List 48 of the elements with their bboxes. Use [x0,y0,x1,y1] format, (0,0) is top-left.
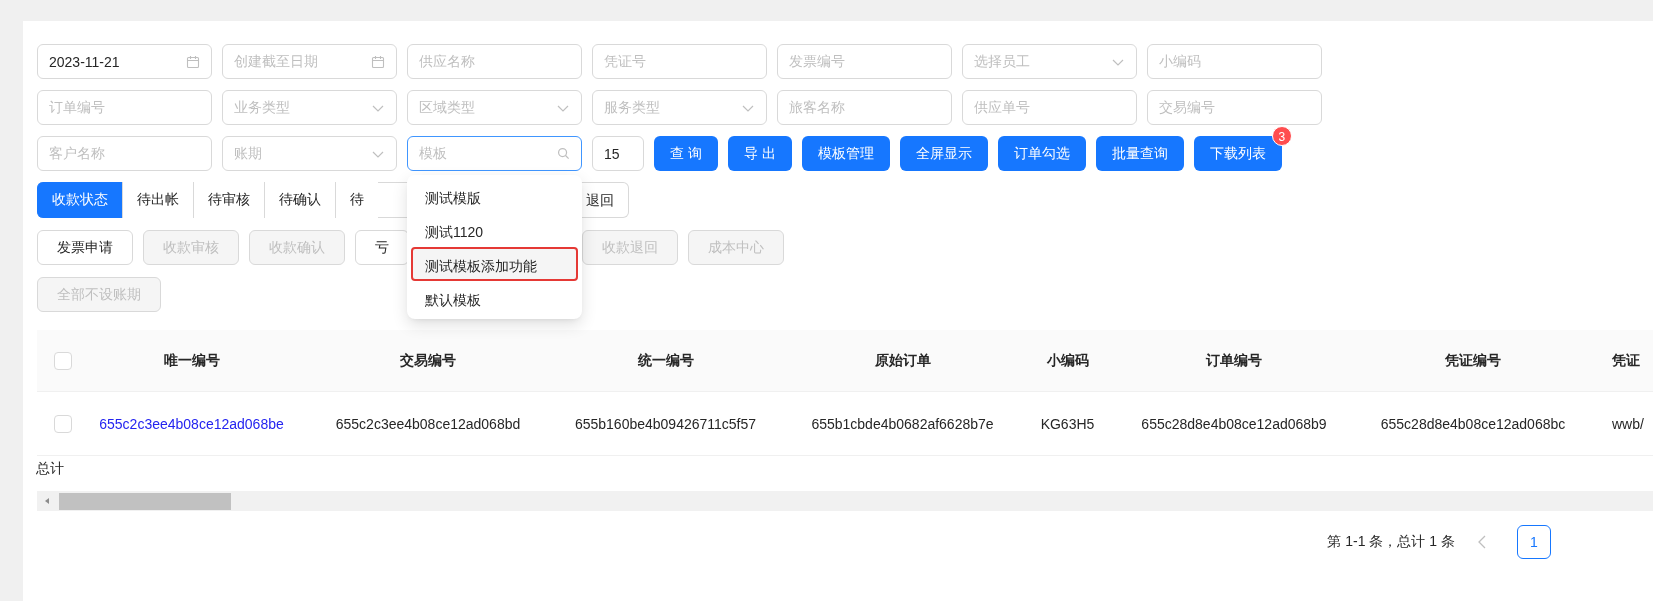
column-header: 统一编号 [637,351,694,368]
search-icon [557,147,570,160]
horizontal-scrollbar[interactable] [37,491,1653,511]
calendar-icon [186,54,200,69]
table-cell: 655c28d8e4b08ce12ad068bc [1380,415,1566,432]
action-button[interactable]: 查 询 [654,136,718,171]
table-cell: 655b1cbde4b0682af6628b7e [811,415,994,432]
column-header: 订单编号 [1206,351,1262,368]
action-button[interactable]: 发票申请 [37,230,133,265]
count-badge: 3 [1271,126,1292,146]
menu-item[interactable]: 测试模板添加功能 [411,247,578,281]
status-tab[interactable]: 收款状态 [37,182,122,218]
menu-item[interactable]: 默认模板 [411,281,578,315]
status-tab[interactable]: 退回 [582,182,629,218]
menu-item[interactable]: 测试模版 [411,179,578,213]
column-header: 唯一编号 [163,351,220,368]
action-button[interactable]: 导 出 [727,136,792,171]
action-button[interactable]: 全屏显示 [899,136,988,171]
pagination-summary: 第 1-1 条，总计 1 条 [1327,533,1455,551]
column-header: 凭证编号 [1445,351,1501,368]
status-tab[interactable]: 待审核 [193,182,264,218]
column-header: 凭证 [1612,351,1640,368]
status-tab[interactable]: 待出帐 [122,182,193,218]
menu-item[interactable]: 测试1120 [411,213,578,247]
left-arrow-icon[interactable] [43,497,51,505]
table-cell: KG63H5 [1040,415,1095,432]
table-cell: 655b160be4b09426711c5f57 [574,415,757,432]
page-button[interactable]: 1 [1517,525,1551,559]
action-button[interactable]: 批量查询 [1095,136,1184,171]
status-tab[interactable]: 待 [335,182,378,218]
total-label: 总计 [36,460,64,476]
action-button[interactable]: 模板管理 [801,136,890,171]
column-header: 交易编号 [400,351,456,368]
column-header: 原始订单 [874,351,931,368]
action-button[interactable]: 亏 [355,230,409,265]
id-link[interactable]: 655c2c3ee4b08ce12ad068be [99,415,284,432]
scrollbar-thumb[interactable] [59,492,231,510]
number-field[interactable]: 15 [592,136,644,171]
table-cell: wwb/ [1612,415,1644,432]
table-cell: 655c28d8e4b08ce12ad068b9 [1141,415,1327,432]
table-cell: 655c2c3ee4b08ce12ad068bd [335,415,521,432]
checkbox[interactable] [54,414,72,433]
column-header: 小编码 [1046,351,1089,368]
calendar-icon [371,54,385,69]
action-button[interactable]: 订单勾选 [997,136,1086,171]
status-tab[interactable]: 待确认 [264,182,335,218]
date-field[interactable]: 2023-11-21 [37,44,212,79]
checkbox[interactable] [54,351,72,370]
